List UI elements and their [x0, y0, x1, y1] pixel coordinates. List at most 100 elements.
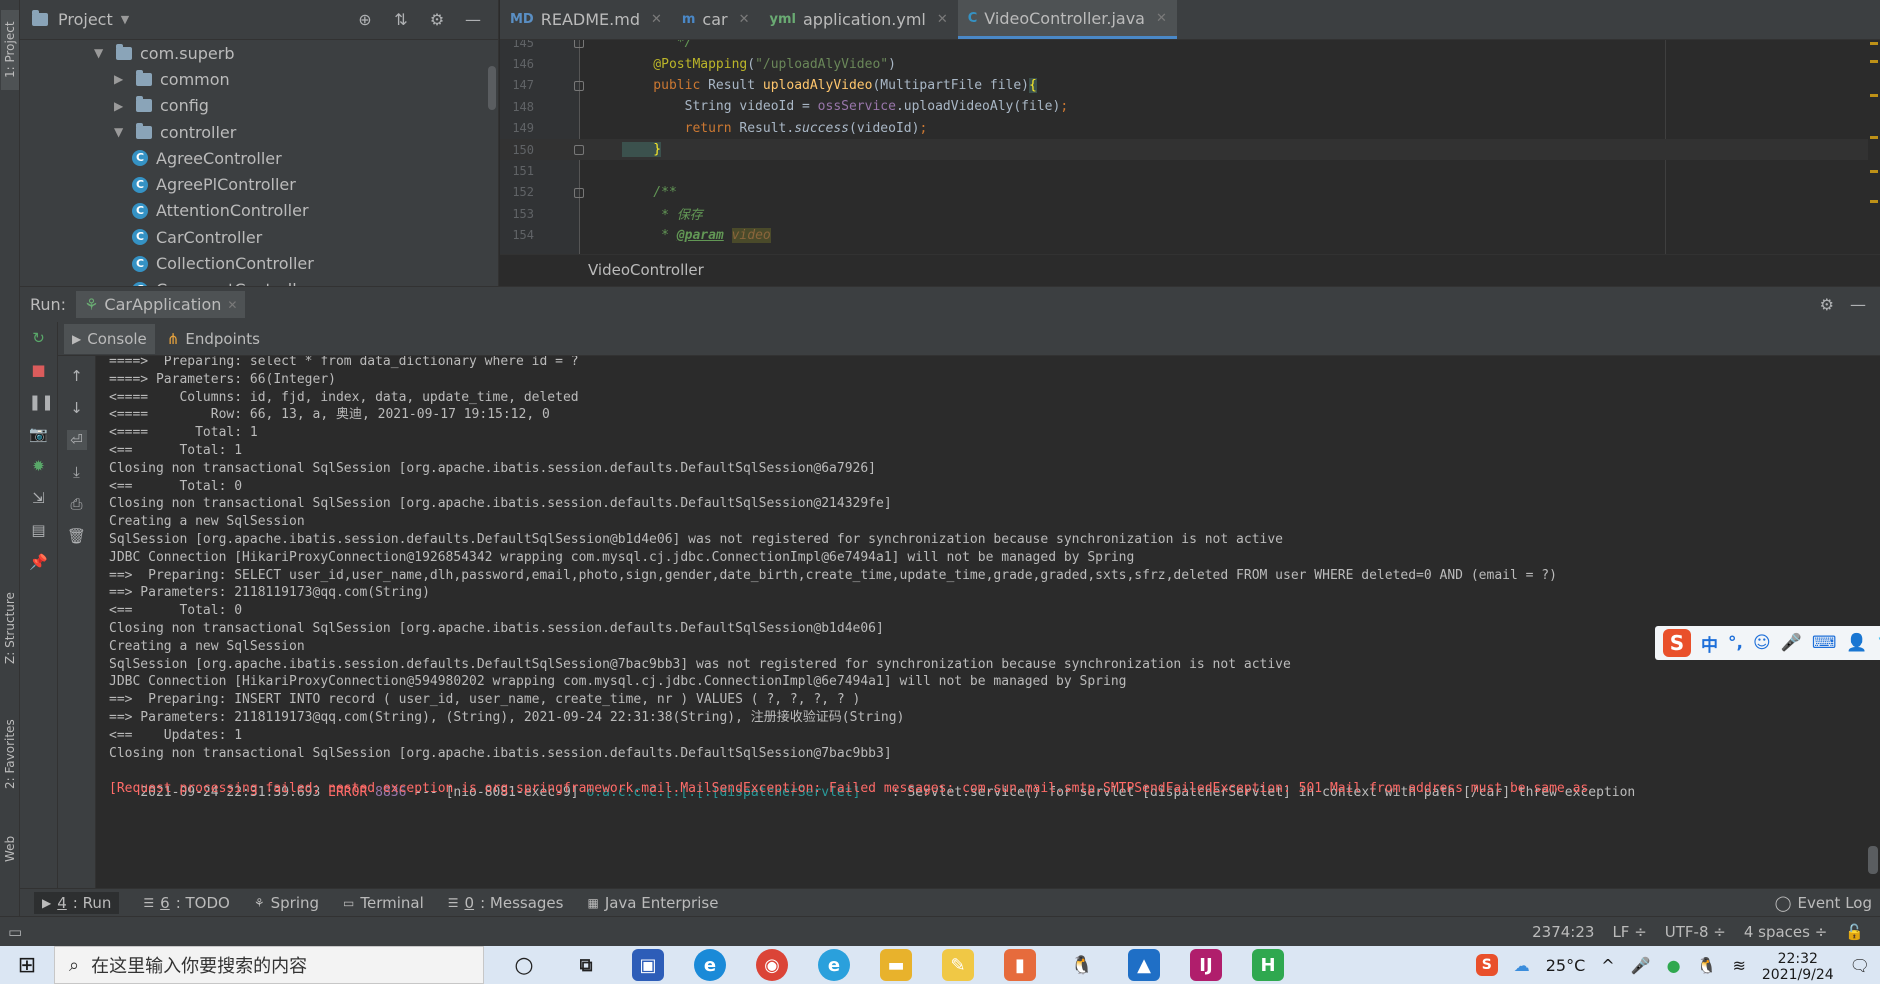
photos-icon[interactable]: ▲: [1128, 949, 1160, 981]
stripe-mark[interactable]: [1870, 200, 1878, 203]
intellij-icon[interactable]: IJ: [1190, 949, 1222, 981]
status-layout-icon[interactable]: ▭: [8, 923, 22, 941]
code-line[interactable]: 149 return Result. success (videoId);: [500, 118, 1880, 139]
pin-icon[interactable]: 📌: [29, 552, 49, 572]
close-icon[interactable]: ✕: [937, 12, 948, 27]
gear-icon[interactable]: ⚙: [1820, 295, 1834, 314]
tool-window-button[interactable]: ☰ 0: Messages: [448, 894, 564, 912]
code-line[interactable]: 152 /**: [500, 182, 1880, 203]
fold-icon[interactable]: [574, 40, 584, 48]
tree-item[interactable]: C AttentionController: [20, 198, 484, 224]
windows-start-icon[interactable]: ⊞: [0, 946, 54, 984]
rerun-icon[interactable]: ↻: [29, 328, 49, 348]
stripe-mark[interactable]: [1870, 60, 1878, 63]
lock-icon[interactable]: 🔓: [1845, 923, 1864, 941]
code-line[interactable]: 145 */: [500, 40, 1880, 53]
tree-item[interactable]: C CollectionController: [20, 250, 484, 276]
arrow-up-icon[interactable]: ↑: [67, 366, 87, 386]
chevron-down-icon[interactable]: ▼: [114, 125, 126, 139]
error-stripe[interactable]: [1868, 40, 1880, 254]
event-log-button[interactable]: ◯ Event Log: [1775, 894, 1880, 912]
chrome-icon[interactable]: ◉: [756, 949, 788, 981]
stripe-mark[interactable]: [1870, 170, 1878, 173]
weather-icon[interactable]: ☁: [1514, 956, 1530, 975]
project-panel-title[interactable]: Project: [58, 10, 113, 29]
editor-tab[interactable]: C VideoController.java ✕: [957, 0, 1177, 39]
fold-icon[interactable]: [574, 145, 584, 155]
tool-window-button[interactable]: ⚘ Spring: [254, 894, 319, 912]
structure-tool-tab[interactable]: Z: Structure: [1, 580, 19, 676]
stripe-mark[interactable]: [1870, 42, 1878, 45]
stop-icon[interactable]: ■: [29, 360, 49, 380]
microphone-icon[interactable]: 🎤: [1631, 956, 1651, 975]
smiley-icon[interactable]: ☺: [1753, 633, 1771, 653]
editor-tab[interactable]: MD README.md ✕: [500, 0, 672, 39]
caret-position[interactable]: 2374:23: [1532, 923, 1594, 941]
collapse-all-icon[interactable]: ⇅: [392, 10, 410, 29]
code-line[interactable]: 154 * @param video: [500, 225, 1880, 246]
arrow-down-icon[interactable]: ↓: [67, 398, 87, 418]
wifi-icon[interactable]: ≋: [1732, 956, 1745, 975]
tab-console[interactable]: ▶ Console: [64, 323, 155, 354]
fold-icon[interactable]: [574, 80, 584, 91]
microphone-icon[interactable]: 🎤: [1781, 633, 1802, 653]
ime-punct-toggle[interactable]: °,: [1728, 633, 1743, 653]
stripe-mark[interactable]: [1870, 94, 1878, 97]
qq-icon[interactable]: 🐧: [1066, 949, 1098, 981]
tree-item[interactable]: CCommentController: [20, 277, 484, 286]
camera-icon[interactable]: 📷: [29, 424, 49, 444]
login-icon[interactable]: ⇲: [29, 488, 49, 508]
wechat-icon[interactable]: ●: [1667, 956, 1681, 975]
keyboard-icon[interactable]: ⌨: [1812, 633, 1837, 653]
tool-window-button[interactable]: ☰ 6: TODO: [143, 894, 229, 912]
computer-icon[interactable]: ▣: [632, 949, 664, 981]
sogou-icon[interactable]: S: [1663, 629, 1691, 657]
code-line[interactable]: 153 * 保存: [500, 203, 1880, 224]
tree-item[interactable]: C CarController: [20, 224, 484, 250]
print-icon[interactable]: ⎙: [67, 494, 87, 514]
trash-icon[interactable]: 🗑: [67, 526, 87, 546]
tree-scrollbar[interactable]: [488, 66, 496, 110]
scroll-to-end-icon[interactable]: ⤓: [67, 462, 87, 482]
gear-icon[interactable]: ⚙: [428, 10, 446, 29]
slides-icon[interactable]: ▮: [1004, 949, 1036, 981]
chevron-up-icon[interactable]: ^: [1601, 956, 1614, 975]
tree-item[interactable]: ▼ com.superb: [20, 40, 484, 66]
breadcrumb-item[interactable]: VideoController: [588, 261, 704, 279]
code-editor[interactable]: 145 */146 @PostMapping("/uploadAlyVideo"…: [500, 40, 1880, 286]
close-icon[interactable]: ✕: [651, 12, 662, 27]
ime-toolbar[interactable]: S 中 °, ☺ 🎤 ⌨ 👤 👕: [1655, 626, 1880, 660]
editor-tab[interactable]: yml application.yml ✕: [760, 0, 958, 39]
tree-item[interactable]: ▶ config: [20, 93, 484, 119]
chevron-down-icon[interactable]: ▼: [121, 13, 129, 26]
file-encoding[interactable]: UTF-8 ÷: [1665, 923, 1726, 941]
close-icon[interactable]: ✕: [739, 12, 750, 27]
cortana-icon[interactable]: ○: [508, 949, 540, 981]
line-separator[interactable]: LF ÷: [1612, 923, 1646, 941]
code-line[interactable]: 151: [500, 160, 1880, 181]
temperature[interactable]: 25°C: [1546, 956, 1586, 975]
tool-window-button[interactable]: ▭ Terminal: [343, 894, 424, 912]
debug-icon[interactable]: ✹: [29, 456, 49, 476]
notification-icon[interactable]: 🗨: [1850, 956, 1870, 975]
console-output[interactable]: ====> Preparing: select * from data_dict…: [96, 356, 1880, 888]
run-config-tab[interactable]: ⚘ CarApplication ✕: [76, 291, 246, 318]
favorites-tool-tab[interactable]: 2: Favorites: [1, 706, 19, 802]
tree-item[interactable]: ▼ controller: [20, 119, 484, 145]
locate-icon[interactable]: ⊕: [356, 10, 374, 29]
qq-tray-icon[interactable]: 🐧: [1697, 956, 1717, 975]
tree-item[interactable]: C AgreeController: [20, 145, 484, 171]
indent-setting[interactable]: 4 spaces ÷: [1744, 923, 1827, 941]
layout-icon[interactable]: ▤: [29, 520, 49, 540]
editor-tab[interactable]: m car ✕: [672, 0, 760, 39]
file-explorer-icon[interactable]: ▬: [880, 949, 912, 981]
fold-icon[interactable]: [574, 187, 584, 198]
user-icon[interactable]: 👤: [1846, 633, 1867, 653]
chevron-right-icon[interactable]: ▶: [114, 72, 126, 86]
notes-icon[interactable]: ✎: [942, 949, 974, 981]
taskbar-search[interactable]: ⌕ 在这里输入你要搜索的内容: [54, 946, 484, 984]
tool-window-button[interactable]: ▶ 4: Run: [34, 891, 120, 914]
tree-item[interactable]: ▶ common: [20, 66, 484, 92]
stripe-mark[interactable]: [1870, 136, 1878, 139]
code-line[interactable]: 150 }: [500, 139, 1880, 161]
